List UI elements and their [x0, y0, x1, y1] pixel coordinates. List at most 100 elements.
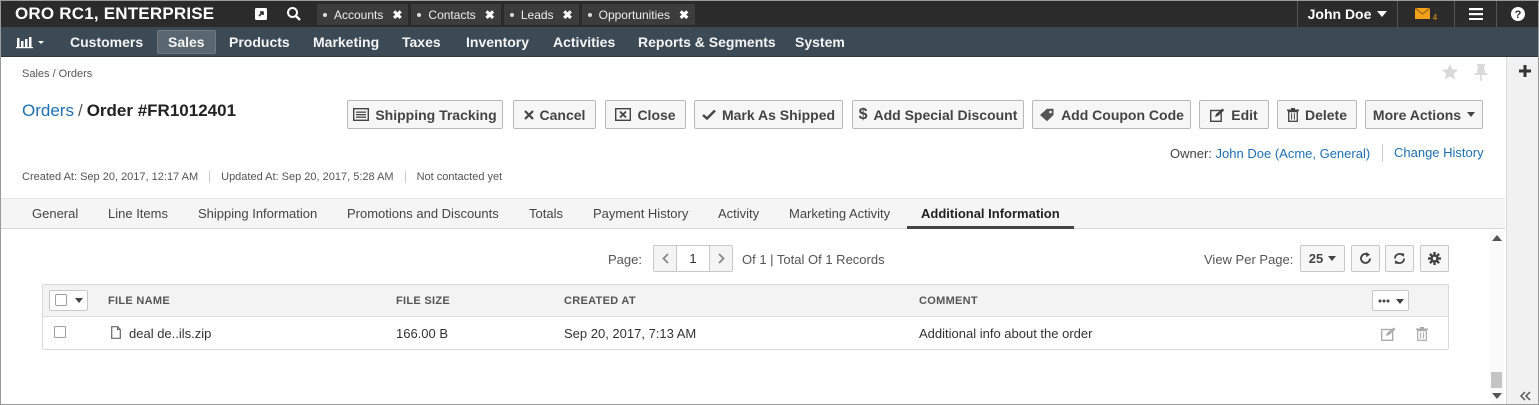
change-history-link[interactable]: Change History [1394, 145, 1484, 160]
button-label: Add Coupon Code [1061, 106, 1184, 123]
tab-activity[interactable]: Activity [718, 199, 759, 229]
file-name-link[interactable]: deal de..ils.zip [129, 326, 211, 341]
row-checkbox[interactable] [54, 326, 66, 338]
menu-button[interactable] [1454, 1, 1496, 27]
close-button[interactable]: Close [605, 100, 686, 129]
plus-icon[interactable] [1518, 64, 1532, 78]
button-label: Mark As Shipped [721, 106, 836, 123]
tab-shipping-information[interactable]: Shipping Information [198, 199, 317, 229]
shortcuts-icon[interactable] [251, 5, 271, 23]
tab-promotions-discounts[interactable]: Promotions and Discounts [347, 199, 499, 229]
favorite-star-icon[interactable] [1441, 63, 1459, 81]
pin-page-icon[interactable] [1473, 63, 1489, 81]
notification-count: 4 [1432, 12, 1438, 22]
owner-link[interactable]: John Doe [1216, 146, 1272, 161]
trash-icon[interactable] [1416, 327, 1428, 341]
select-all-checkbox[interactable] [55, 294, 67, 306]
caret-down-icon [75, 298, 83, 303]
pager-label: Page: [608, 252, 642, 267]
tab-general[interactable]: General [32, 199, 78, 229]
nav-activities[interactable]: Activities [553, 27, 615, 57]
records-summary: Of 1 | Total Of 1 Records [742, 252, 885, 267]
grid-header: FILE NAME FILE SIZE CREATED AT COMMENT [43, 285, 1448, 317]
nav-marketing[interactable]: Marketing [313, 27, 379, 57]
column-header-file-name[interactable]: FILE NAME [108, 295, 170, 307]
nav-system[interactable]: System [795, 27, 845, 57]
reset-icon [1360, 252, 1371, 264]
nav-customers[interactable]: Customers [70, 27, 143, 57]
delete-button[interactable]: Delete [1277, 100, 1357, 129]
refresh-button[interactable] [1385, 245, 1414, 272]
scroll-down-icon[interactable] [1492, 393, 1502, 399]
created-at-cell: Sep 20, 2017, 7:13 AM [564, 326, 697, 341]
tab-additional-information[interactable]: Additional Information [907, 199, 1074, 229]
mass-select-dropdown[interactable] [49, 290, 88, 311]
cancel-button[interactable]: Cancel [513, 100, 596, 129]
grid-settings-button[interactable] [1420, 245, 1449, 272]
main-menu: Customers Sales Products Marketing Taxes… [1, 27, 1538, 57]
nav-inventory[interactable]: Inventory [466, 27, 529, 57]
tab-marketing-activity[interactable]: Marketing Activity [789, 199, 890, 229]
column-header-created-at[interactable]: CREATED AT [564, 295, 636, 307]
table-row[interactable]: deal de..ils.zip 166.00 B Sep 20, 2017, … [43, 318, 1448, 349]
prev-page-button[interactable] [654, 246, 676, 271]
pinned-tab-label: Accounts [334, 7, 384, 22]
close-icon [523, 109, 534, 120]
tab-totals[interactable]: Totals [529, 199, 563, 229]
orders-link[interactable]: Orders [22, 101, 74, 120]
per-page-select[interactable]: 25 [1300, 245, 1345, 272]
envelope-icon [1414, 8, 1431, 19]
scroll-thumb[interactable] [1491, 372, 1502, 388]
tab-line-items[interactable]: Line Items [108, 199, 168, 229]
page-number-input[interactable]: 1 [676, 246, 710, 271]
user-menu[interactable]: John Doe [1297, 1, 1397, 27]
top-bar: ORO RC1, ENTERPRISE Accounts ✖ Contacts ✖ … [1, 1, 1538, 27]
pinned-tab-accounts[interactable]: Accounts ✖ [317, 4, 409, 25]
pinned-tab-contacts[interactable]: Contacts ✖ [411, 4, 501, 25]
file-icon [111, 326, 121, 339]
chevron-left-icon [661, 253, 669, 264]
pinned-tabs: Accounts ✖ Contacts ✖ Leads ✖ Opportunities… [317, 4, 698, 25]
add-special-discount-button[interactable]: $ Add Special Discount [852, 100, 1024, 129]
columns-menu-button[interactable] [1372, 290, 1409, 311]
nav-taxes[interactable]: Taxes [402, 27, 441, 57]
nav-reports-segments[interactable]: Reports & Segments [638, 27, 776, 57]
button-label: Shipping Tracking [375, 106, 497, 123]
shipping-tracking-button[interactable]: Shipping Tracking [347, 100, 503, 129]
close-icon[interactable]: ✖ [563, 8, 573, 22]
owner-info: Owner: John Doe (Acme, General) [1170, 146, 1370, 161]
app-window: ORO RC1, ENTERPRISE Accounts ✖ Contacts ✖ … [0, 0, 1539, 405]
more-actions-button[interactable]: More Actions [1365, 100, 1483, 129]
content-scrollbar[interactable] [1490, 231, 1504, 404]
pinned-tab-opportunities[interactable]: Opportunities ✖ [581, 4, 696, 25]
close-icon[interactable]: ✖ [679, 8, 689, 22]
tab-payment-history[interactable]: Payment History [593, 199, 688, 229]
search-icon[interactable] [284, 5, 304, 23]
trash-icon [1286, 107, 1299, 122]
app-brand[interactable]: ORO RC1, ENTERPRISE [15, 4, 214, 24]
next-page-button[interactable] [710, 246, 732, 271]
add-coupon-code-button[interactable]: Add Coupon Code [1032, 100, 1191, 129]
reset-button[interactable] [1351, 245, 1380, 272]
attachments-grid: FILE NAME FILE SIZE CREATED AT COMMENT d… [42, 284, 1449, 350]
bullet-icon [417, 12, 422, 17]
collapse-icon[interactable] [1519, 391, 1531, 401]
mark-as-shipped-button[interactable]: Mark As Shipped [694, 100, 843, 129]
dashboard-icon[interactable] [15, 34, 47, 50]
nav-products[interactable]: Products [229, 27, 290, 57]
per-page-value: 25 [1308, 251, 1324, 266]
edit-icon[interactable] [1381, 327, 1397, 341]
owner-organization: (Acme, General) [1274, 146, 1371, 161]
close-icon[interactable]: ✖ [392, 8, 402, 22]
column-header-comment[interactable]: COMMENT [919, 295, 978, 307]
edit-button[interactable]: Edit [1199, 100, 1269, 129]
page-title: Orders / Order #FR1012401 [22, 101, 236, 121]
notifications-button[interactable]: 4 [1397, 1, 1454, 27]
column-header-file-size[interactable]: FILE SIZE [396, 295, 450, 307]
scroll-up-icon[interactable] [1492, 235, 1502, 241]
nav-sales[interactable]: Sales [157, 30, 216, 54]
close-icon[interactable]: ✖ [485, 8, 495, 22]
help-button[interactable]: ? [1496, 1, 1538, 27]
file-size-cell: 166.00 B [396, 326, 449, 341]
pinned-tab-leads[interactable]: Leads ✖ [503, 4, 579, 25]
